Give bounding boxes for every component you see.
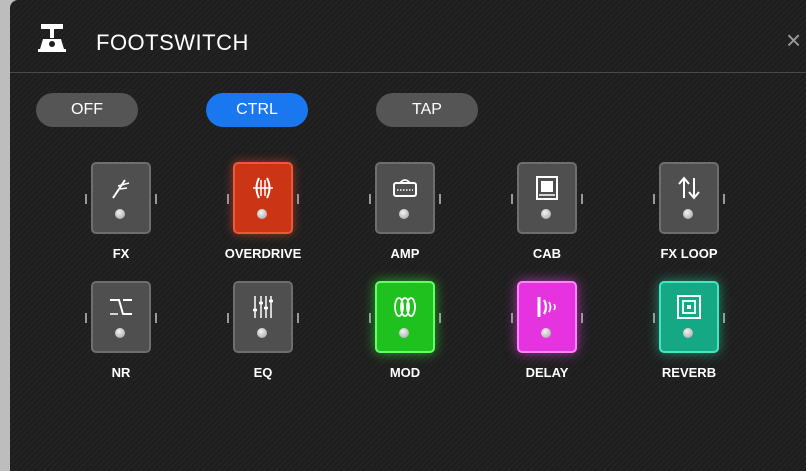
eq-icon xyxy=(249,293,277,321)
pedal-label-reverb: REVERB xyxy=(661,365,717,380)
pedal-slot-mod: MOD xyxy=(345,279,465,393)
pedal-slot-overdrive: OVERDRIVE xyxy=(203,160,323,274)
pedal-slot-fx-loop: FX LOOP xyxy=(629,160,749,274)
pedal-slot-eq: EQ xyxy=(203,279,323,393)
pedal-cab[interactable] xyxy=(517,162,577,234)
pedal-knob xyxy=(399,328,409,338)
pedal-label-cab: CAB xyxy=(532,246,562,261)
panel-title: FOOTSWITCH xyxy=(96,30,249,55)
pedal-knob xyxy=(257,328,267,338)
pedal-reverb[interactable] xyxy=(659,281,719,353)
panel-header: FOOTSWITCH × xyxy=(10,0,806,73)
pedal-delay[interactable] xyxy=(517,281,577,353)
pedal-knob xyxy=(115,328,125,338)
mode-ctrl-button[interactable]: CTRL xyxy=(206,93,308,127)
overdrive-icon xyxy=(249,174,277,202)
close-button[interactable]: × xyxy=(786,26,806,54)
pedal-slot-nr: NR xyxy=(61,279,181,393)
pedal-label-nr: NR xyxy=(111,365,131,380)
cabinet-icon xyxy=(533,174,561,202)
pedal-label-eq: EQ xyxy=(253,365,273,380)
noise-reduction-icon xyxy=(107,293,135,321)
pedal-eq[interactable] xyxy=(233,281,293,353)
wah-pedal-icon xyxy=(107,174,135,202)
pedal-nr[interactable] xyxy=(91,281,151,353)
delay-icon xyxy=(533,293,561,321)
pedal-overdrive[interactable] xyxy=(233,162,293,234)
pedal-amp[interactable] xyxy=(375,162,435,234)
pedal-slot-fx: FX xyxy=(61,160,181,274)
pedal-label-fx-loop: FX LOOP xyxy=(660,246,718,261)
pedal-mod[interactable] xyxy=(375,281,435,353)
footswitch-panel: FOOTSWITCH × OFF CTRL TAP FX OVERDRIVE A… xyxy=(10,0,806,471)
pedal-slot-delay: DELAY xyxy=(487,279,607,393)
pedal-label-fx: FX xyxy=(112,246,130,261)
pedal-fx[interactable] xyxy=(91,162,151,234)
fx-loop-icon xyxy=(675,174,703,202)
pedal-slot-reverb: REVERB xyxy=(629,279,749,393)
pedal-knob xyxy=(541,328,551,338)
mode-off-button[interactable]: OFF xyxy=(36,93,138,127)
pedal-knob xyxy=(115,209,125,219)
pedal-knob xyxy=(683,209,693,219)
mode-tap-button[interactable]: TAP xyxy=(376,93,478,127)
pedal-slot-amp: AMP xyxy=(345,160,465,274)
pedal-knob xyxy=(683,328,693,338)
pedal-label-mod: MOD xyxy=(389,365,421,380)
amp-icon xyxy=(391,174,419,202)
pedal-label-overdrive: OVERDRIVE xyxy=(224,246,302,261)
pedal-slot-cab: CAB xyxy=(487,160,607,274)
footswitch-icon xyxy=(38,22,66,52)
reverb-icon xyxy=(675,293,703,321)
pedal-fx-loop[interactable] xyxy=(659,162,719,234)
pedal-knob xyxy=(541,209,551,219)
pedal-knob xyxy=(399,209,409,219)
pedal-knob xyxy=(257,209,267,219)
pedal-label-amp: AMP xyxy=(390,246,420,261)
modulation-icon xyxy=(391,293,419,321)
pedal-label-delay: DELAY xyxy=(525,365,569,380)
